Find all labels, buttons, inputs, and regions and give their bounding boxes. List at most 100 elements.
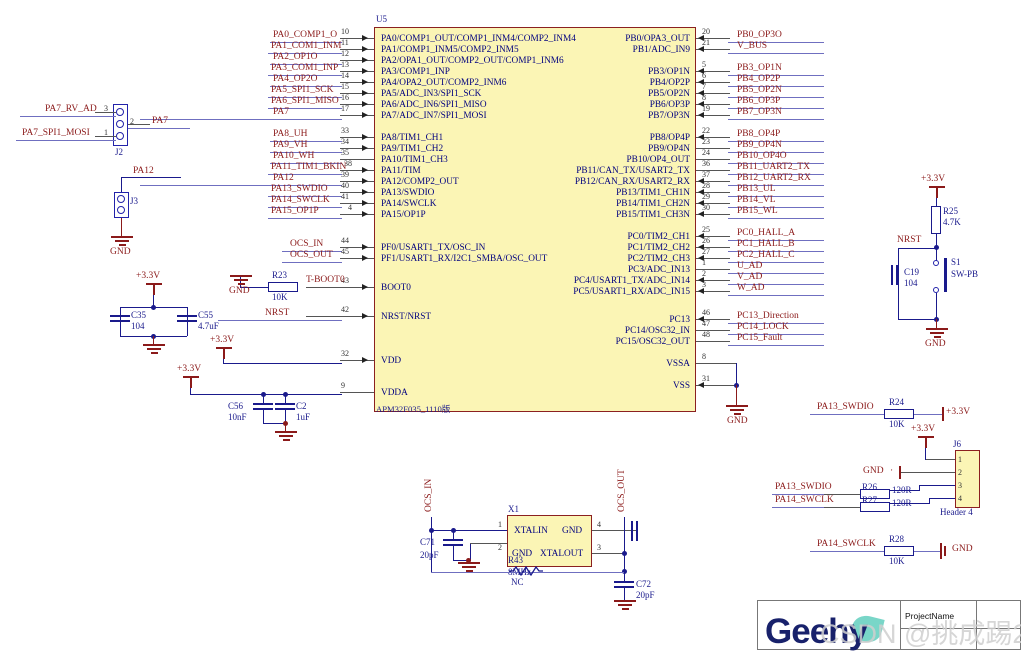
pin-name-pb13: PB13/TIM1_CH1N: [616, 188, 690, 198]
switch-s1-terminal-top[interactable]: [933, 260, 939, 266]
pin-name-pc0: PC0/TIM2_CH1: [627, 232, 690, 242]
net-label-pa12-conn: PA12: [133, 166, 154, 176]
net-label-ocs-out-xtal: OCS_OUT: [617, 469, 627, 512]
pin-num-vdda: 9: [341, 381, 345, 390]
crystal-x1-pinnum-3: 3: [597, 543, 601, 552]
connector-j2-pin3[interactable]: [116, 108, 124, 116]
pin-num-pa14: 41: [341, 192, 349, 201]
gnd-label-r23: GND: [229, 286, 250, 296]
pin-name-pc3: PC3/ADC_IN13: [628, 265, 690, 275]
pin-num-pa1: 11: [341, 38, 349, 47]
capacitor-c35-symbol: [110, 315, 130, 322]
pin-name-pb14: PB14/TIM1_CH2N: [616, 199, 690, 209]
net-label-nrst-right: NRST: [897, 235, 922, 245]
capacitor-x1-pin4-symbol: [631, 521, 638, 541]
net-label-pb14: PB14_VL: [737, 195, 776, 205]
pin-name-pc5: PC5/USART1_RX/ADC_IN15: [573, 287, 690, 297]
pin-num-pa15: 4: [348, 203, 352, 212]
net-label-pa13-swdio-r24: PA13_SWDIO: [817, 402, 874, 412]
net-label-pc5: W_AD: [737, 283, 765, 293]
net-label-pa13-swdio-r26: PA13_SWDIO: [775, 482, 832, 492]
crystal-x1-pinname-xtalout: XTALOUT: [540, 549, 584, 559]
net-label-pb12: PB12_UART2_RX: [737, 173, 811, 183]
net-label-pb15: PB15_WL: [737, 206, 778, 216]
pin-name-pb15: PB15/TIM1_CH3N: [616, 210, 690, 220]
connector-j2-pin1[interactable]: [116, 132, 124, 140]
pin-num-pa6: 16: [341, 93, 349, 102]
net-label-pa0: PA0_COMP1_O: [273, 30, 338, 40]
crystal-x1-designator: X1: [508, 504, 519, 514]
gnd-symbol-j3: [111, 236, 133, 246]
pin-name-pa2: PA2/OPA1_OUT/COMP2_OUT/COMP1_INM6: [381, 56, 564, 66]
pin-num-pa2: 12: [341, 49, 349, 58]
pin-num-pb0: 20: [702, 27, 710, 36]
pin-num-nrst: 42: [341, 305, 349, 314]
pin-num-pb13: 28: [702, 181, 710, 190]
net-label-pc1: PC1_HALL_B: [737, 239, 795, 249]
pin-num-vss: 31: [702, 374, 710, 383]
capacitor-c2-designator: C2: [296, 401, 307, 411]
connector-j3-pin2[interactable]: [117, 206, 125, 214]
net-label-pb1: V_BUS: [737, 41, 768, 51]
crystal-x1-pinname-gnd-a: GND: [562, 526, 583, 536]
net-label-pc3: U_AD: [737, 261, 763, 271]
capacitor-c72-value: 20pF: [636, 590, 655, 600]
switch-s1-actuator[interactable]: [944, 258, 947, 292]
net-label-nrst-mcu: NRST: [265, 308, 290, 318]
pin-name-vss: VSS: [672, 381, 690, 391]
net-label-pa7-conn: PA7: [152, 116, 169, 126]
net-label-pb4: PB4_OP2P: [737, 74, 781, 84]
pin-num-pb4: 6: [702, 71, 706, 80]
pin-name-pb12: PB12/CAN_RX/USART2_RX: [574, 177, 690, 187]
pin-num-pc4: 2: [702, 269, 706, 278]
pin-num-pa5: 15: [341, 82, 349, 91]
net-label-pa12: PA12: [273, 173, 294, 183]
gnd-label-vss: GND: [727, 416, 748, 426]
resistor-r23-designator: R23: [272, 270, 288, 280]
pin-num-pc15: 48: [702, 330, 710, 339]
pin-num-pf1: 45: [341, 247, 349, 256]
pin-name-vssa: VSSA: [666, 359, 690, 369]
resistor-r28-designator: R28: [889, 534, 905, 544]
capacitor-c71-symbol: [443, 539, 463, 546]
net-label-pc13: PC13_Direction: [737, 311, 799, 321]
capacitor-c55-value: 4.7uF: [198, 321, 219, 331]
pin-name-pc14: PC14/OSC32_IN: [624, 326, 690, 336]
net-label-pa7-rv-ad: PA7_RV_AD: [45, 104, 97, 114]
pin-num-pc5: 3: [702, 280, 706, 289]
gnd-symbol-c35: [143, 344, 165, 354]
net-label-pa7: PA7: [273, 107, 290, 117]
connector-j2-pin2[interactable]: [116, 120, 124, 128]
pin-name-pb8: PB8/OP4P: [649, 133, 690, 143]
net-label-pc14: PC14_LOCK: [737, 322, 789, 332]
net-label-pb6: PB6_OP3P: [737, 96, 781, 106]
power-label-r24: +3.3V: [946, 407, 971, 417]
gnd-label-j3: GND: [110, 247, 131, 257]
resistor-r25-value: 4.7K: [943, 217, 961, 227]
pin-num-pc0: 25: [702, 225, 710, 234]
net-label-pb10: PB10_OP4O: [737, 151, 787, 161]
capacitor-c55-symbol: [177, 315, 197, 322]
pin-num-pb14: 29: [702, 192, 710, 201]
resistor-r23-symbol: [268, 282, 298, 292]
net-label-pa8: PA8_UH: [273, 129, 308, 139]
pin-num-pb8: 22: [702, 126, 710, 135]
pin-name-pb5: PB5/OP2N: [648, 89, 690, 99]
capacitor-c2-symbol: [275, 403, 295, 410]
net-label-pa1: PA1_COM1_INM: [271, 41, 342, 51]
pin-name-pc13: PC13: [669, 315, 690, 325]
pin-num-pb11: 36: [702, 159, 710, 168]
resistor-r24-value: 10K: [889, 419, 905, 429]
net-label-ocs-in-xtal: OCS_IN: [424, 478, 434, 512]
pin-num-pa3: 13: [341, 60, 349, 69]
pin-num-pb10: 24: [702, 148, 710, 157]
pin-name-pb0: PB0/OPA3_OUT: [625, 34, 690, 44]
net-label-pb0: PB0_OP3O: [737, 30, 782, 40]
net-label-pa7-spi1-mosi: PA7_SPI1_MOSI: [22, 128, 90, 138]
watermark-text: CSDN @挑成踢2.0: [820, 619, 1021, 649]
pin-name-pb6: PB6/OP3P: [649, 100, 690, 110]
capacitor-c56-value: 10nF: [228, 412, 247, 422]
connector-j3-pin1[interactable]: [117, 195, 125, 203]
resistor-r43-designator: R43: [508, 555, 524, 565]
crystal-x1-pinnum-4: 4: [597, 520, 601, 529]
